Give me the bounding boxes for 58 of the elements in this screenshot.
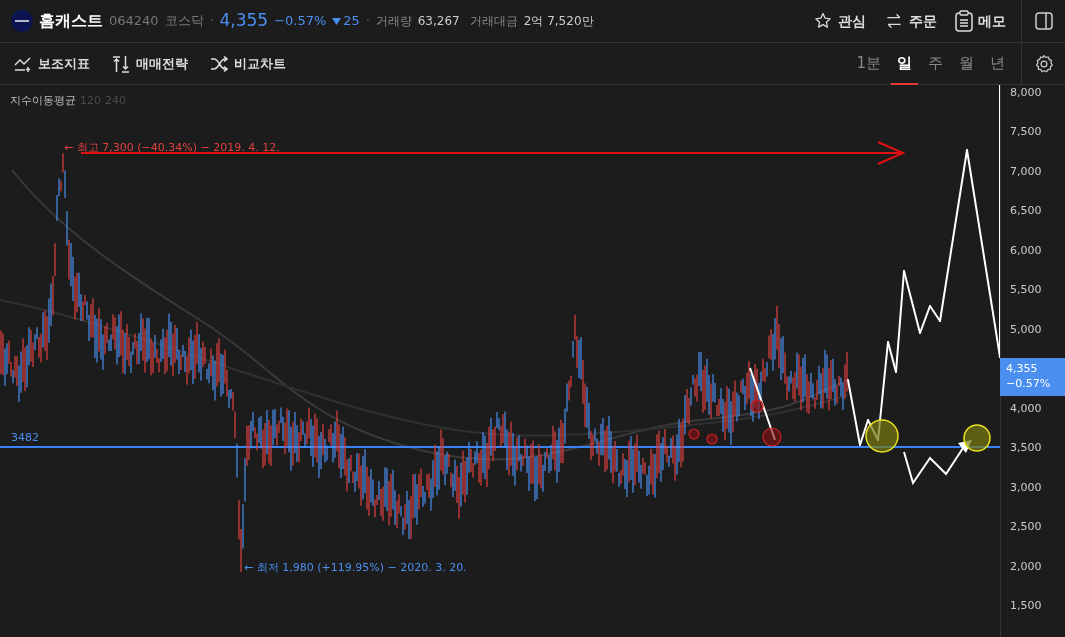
separator-dot: · bbox=[365, 13, 370, 30]
period-tab[interactable]: 주 bbox=[922, 42, 949, 85]
price-badge-text: 4,355 bbox=[1006, 361, 1039, 376]
panel-toggle-icon[interactable] bbox=[1034, 12, 1053, 30]
price-tick-label: 7,500 bbox=[1010, 124, 1042, 141]
separator-dot: · bbox=[209, 13, 214, 30]
volume-value: 63,267 bbox=[417, 13, 460, 30]
price-tick-label: 6,000 bbox=[1010, 242, 1042, 259]
memo-icon bbox=[955, 10, 973, 32]
period-tab[interactable]: 월 bbox=[953, 42, 980, 85]
current-price: 4,355 bbox=[219, 9, 269, 33]
chart-tool-button[interactable]: 비교차트 bbox=[210, 53, 286, 74]
up-down-arrows-icon bbox=[112, 54, 130, 73]
price-tick-label: 5,500 bbox=[1010, 282, 1042, 299]
marker-circle bbox=[762, 427, 782, 447]
shuffle-icon bbox=[210, 55, 228, 72]
price-tick-label: 1,500 bbox=[1010, 597, 1042, 614]
price-tick-label: 6,500 bbox=[1010, 203, 1042, 220]
price-tick-label: 7,000 bbox=[1010, 163, 1042, 180]
chart-tool-button[interactable]: 보조지표 bbox=[14, 53, 90, 74]
price-tick-label: 2,500 bbox=[1010, 519, 1042, 536]
line-price-label: 3482 bbox=[11, 430, 39, 446]
period-tab[interactable]: 1분 bbox=[850, 42, 887, 85]
price-tick-label: 3,000 bbox=[1010, 479, 1042, 496]
price-tick-label: 4,000 bbox=[1010, 400, 1042, 417]
marker-circle bbox=[750, 399, 764, 413]
price-tick-label: 5,000 bbox=[1010, 321, 1042, 338]
price-tick-label: 3,500 bbox=[1010, 440, 1042, 457]
amount-value: 2억 7,520만 bbox=[523, 13, 594, 30]
volume-label: 거래량 bbox=[375, 13, 412, 30]
toolbar-action-button[interactable]: 주문 bbox=[884, 10, 937, 32]
highlight-circle bbox=[963, 424, 991, 452]
indicator-name: 지수이동평균 bbox=[10, 93, 76, 109]
low-price-label: ← 최저 1,980 (+119.95%) − 2020. 3. 20. bbox=[244, 560, 467, 576]
stock-code: 064240 bbox=[109, 12, 159, 31]
marker-circle bbox=[706, 433, 718, 445]
price-badge-text: −0.57% bbox=[1006, 376, 1052, 391]
high-price-label: ← 최고 7,300 (−40.34%) − 2019. 4. 12. bbox=[64, 140, 280, 156]
price-tick-label: 2,000 bbox=[1010, 558, 1042, 575]
settings-icon[interactable] bbox=[1033, 53, 1054, 74]
toolbar-action-button[interactable]: 관심 bbox=[813, 10, 866, 32]
chart-line-plus-icon bbox=[14, 55, 32, 72]
marker-circle bbox=[688, 428, 700, 440]
highlight-circle bbox=[865, 419, 899, 453]
change-amount: 25 bbox=[343, 12, 360, 31]
stock-name: 홈캐스트 bbox=[39, 10, 103, 32]
toolbar-action-button[interactable]: 메모 bbox=[955, 10, 1006, 32]
chart-tool-button[interactable]: 매매전략 bbox=[112, 53, 188, 74]
change-percent: −0.57% bbox=[274, 12, 327, 31]
price-tick-label: 8,000 bbox=[1010, 85, 1042, 101]
company-logo bbox=[11, 10, 33, 32]
amount-label: 거래대금 bbox=[469, 13, 518, 30]
star-icon bbox=[813, 11, 833, 31]
down-triangle-icon bbox=[332, 17, 342, 25]
swap-arrows-icon bbox=[884, 11, 904, 31]
period-tab[interactable]: 년 bbox=[984, 42, 1011, 85]
market-name: 코스닥 bbox=[164, 12, 204, 31]
period-tab[interactable]: 일 bbox=[891, 42, 918, 85]
